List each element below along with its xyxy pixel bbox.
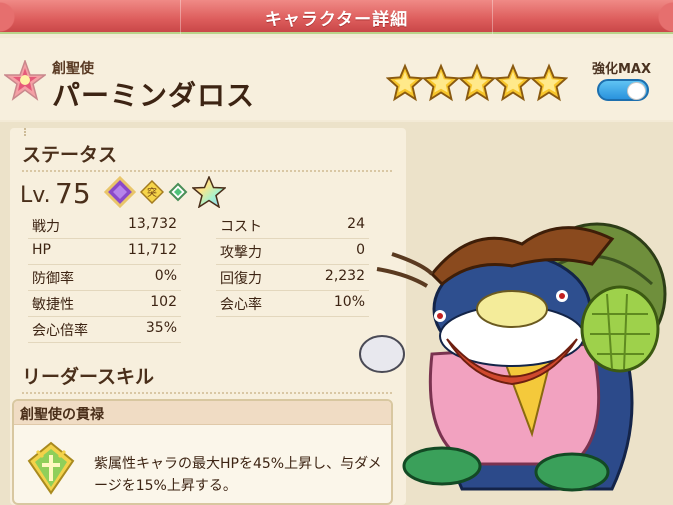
leader-skill-description: 紫属性キャラの最大HPを45%上昇し、与ダメージを15%上昇する。 (94, 456, 382, 494)
stat-label: HP (32, 242, 51, 258)
stat-label: コスト (220, 219, 262, 235)
rarity-star-icon (422, 63, 460, 102)
stat-row: 会心倍率 35% (32, 320, 177, 342)
leader-skill-section-title: リーダースキル (22, 366, 155, 388)
stat-value: 102 (150, 294, 177, 310)
stat-value: 0% (154, 268, 177, 284)
stat-row: 回復力 2,232 (220, 268, 365, 290)
rarity-star-icon (530, 63, 568, 102)
stat-row: 防御率 0% (32, 268, 177, 290)
stat-value: 13,732 (128, 216, 177, 232)
stat-divider (28, 238, 181, 239)
header-right-ornament (645, 0, 673, 34)
stat-label: 敏捷性 (32, 297, 74, 313)
stat-row: 戦力 13,732 (32, 216, 177, 238)
level-value: 75 (55, 177, 91, 210)
stat-row: 攻撃力 0 (220, 242, 365, 264)
stat-label: 会心率 (220, 297, 262, 313)
toggle-knob (627, 82, 646, 100)
stat-divider (216, 238, 369, 239)
rank-emblem-icon (4, 60, 46, 101)
rarity-star-icon (458, 63, 496, 102)
rarity-star-icon (494, 63, 532, 102)
stat-row: コスト 24 (220, 216, 365, 238)
rarity-star-icon (386, 63, 424, 102)
stat-label: 回復力 (220, 271, 262, 287)
stat-row: 会心率 10% (220, 294, 365, 316)
leader-skill-crest-icon (27, 441, 75, 495)
stat-value: 35% (145, 320, 177, 336)
stat-row: 敏捷性 102 (32, 294, 177, 316)
stat-divider (216, 264, 369, 265)
gem-icon (168, 182, 188, 202)
awakening-badge-icon: 突 (140, 180, 164, 204)
stat-divider (216, 316, 369, 317)
stat-label: 防御率 (32, 271, 74, 287)
divider (24, 128, 26, 136)
level-prefix: Lv. (20, 183, 51, 208)
stat-divider (28, 316, 181, 317)
header-bar: キャラクター詳細 (0, 0, 673, 34)
stat-label: 会心倍率 (32, 323, 88, 339)
stat-divider (28, 264, 181, 265)
enhance-max-toggle[interactable] (597, 79, 649, 101)
status-divider (22, 170, 392, 172)
purple-attribute-icon (104, 176, 136, 208)
stat-divider (28, 290, 181, 291)
leader-skill-card[interactable]: 創聖使の貫禄 紫属性キャラの最大HPを45%上昇し、与ダメージを15%上昇する。 (12, 399, 393, 505)
rarity-stars (386, 62, 568, 110)
rainbow-star-icon (192, 176, 226, 208)
stat-row: HP 11,712 (32, 242, 177, 264)
leader-skill-name: 創聖使の貫禄 (20, 407, 104, 423)
stat-divider (28, 342, 181, 343)
awakening-badge-text: 突 (147, 186, 157, 199)
header-right-ribbon (492, 0, 633, 34)
stat-divider (216, 290, 369, 291)
status-section-title: ステータス (22, 144, 118, 166)
attribute-icons: 突 (104, 176, 226, 208)
stat-label: 戦力 (32, 219, 60, 235)
stat-value: 11,712 (128, 242, 177, 258)
leader-skill-header: 創聖使の貫禄 (14, 401, 391, 425)
character-name: パーミンダロス (52, 79, 256, 112)
character-illustration (359, 222, 667, 492)
leader-skill-divider (22, 392, 392, 394)
enhance-max-label: 強化MAX (592, 62, 652, 77)
stat-label: 攻撃力 (220, 245, 262, 261)
